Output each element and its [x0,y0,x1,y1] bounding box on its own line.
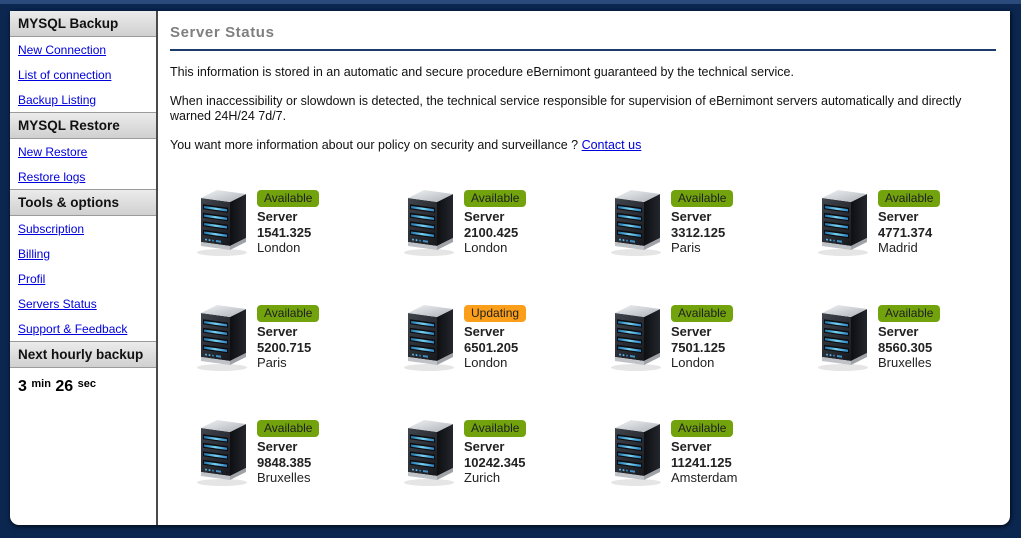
window-top-strip [0,0,1021,4]
sidebar-item-new-connection[interactable]: New Connection [10,37,156,62]
server-number: 5200.715 [257,339,312,355]
server-card: Available Server 4771.374 Madrid [815,185,1010,257]
server-label: Server [257,209,298,224]
server-icon [608,300,664,372]
server-icon [194,415,250,487]
backup-countdown: 3 min 26 sec [10,368,156,406]
status-badge: Available [257,305,320,322]
server-location: London [257,240,301,255]
server-icon [608,185,664,257]
contact-prompt-text: You want more information about our poli… [170,138,582,152]
sidebar-item-support-feedback[interactable]: Support & Feedback [10,316,156,341]
status-badge: Available [257,190,320,207]
server-location: London [464,240,508,255]
sidebar-item-servers-status[interactable]: Servers Status [10,291,156,316]
server-icon [401,300,457,372]
status-badge: Available [878,305,941,322]
server-number: 7501.125 [671,339,726,355]
server-label: Server [464,439,505,454]
server-icon [815,300,871,372]
server-number: 4771.374 [878,224,933,240]
server-location: Madrid [878,240,918,255]
server-icon [194,300,250,372]
server-card: Available Server 10242.345 Zurich [401,415,608,487]
server-number: 3312.125 [671,224,726,240]
status-badge: Updating [464,305,527,322]
server-location: Zurich [464,470,501,485]
server-card: Available Server 1541.325 London [194,185,401,257]
countdown-minutes: 3 [18,378,27,395]
status-badge: Available [257,420,320,437]
server-location: London [464,355,508,370]
server-location: Paris [671,240,701,255]
countdown-minutes-unit: min [31,378,51,390]
server-number: 2100.425 [464,224,519,240]
server-card: Available Server 2100.425 London [401,185,608,257]
sidebar-item-backup-listing[interactable]: Backup Listing [10,87,156,112]
sidebar-section-tools-options: Tools & options [10,189,156,216]
server-label: Server [878,209,919,224]
server-location: Paris [257,355,287,370]
sidebar-item-list-of-connection[interactable]: List of connection [10,62,156,87]
info-paragraph-2: When inaccessibility or slowdown is dete… [170,94,962,123]
server-label: Server [878,324,919,339]
contact-us-link[interactable]: Contact us [582,138,642,152]
server-icon [608,415,664,487]
server-card: Available Server 11241.125 Amsterdam [608,415,815,487]
server-label: Server [671,439,712,454]
server-number: 9848.385 [257,454,312,470]
server-label: Server [257,324,298,339]
sidebar-section-mysql-restore: MYSQL Restore [10,112,156,139]
server-location: London [671,355,715,370]
status-badge: Available [878,190,941,207]
server-icon [401,185,457,257]
sidebar-item-billing[interactable]: Billing [10,241,156,266]
sidebar-item-new-restore[interactable]: New Restore [10,139,156,164]
status-badge: Available [671,420,734,437]
server-card: Updating Server 6501.205 London [401,300,608,372]
server-number: 11241.125 [671,454,732,470]
server-number: 10242.345 [464,454,526,470]
server-location: Bruxelles [257,470,311,485]
info-paragraph-1: This information is stored in an automat… [170,65,794,79]
countdown-seconds: 26 [55,378,74,395]
sidebar-section-mysql-backup: MYSQL Backup [10,11,156,37]
server-location: Bruxelles [878,355,932,370]
status-badge: Available [464,190,527,207]
main-content: Server Status This information is stored… [158,11,1010,525]
server-number: 8560.305 [878,339,933,355]
server-label: Server [464,324,505,339]
server-label: Server [671,324,712,339]
sidebar: MYSQL Backup New Connection List of conn… [10,11,158,525]
server-card: Available Server 3312.125 Paris [608,185,815,257]
countdown-seconds-unit: sec [77,378,96,390]
server-card: Available Server 9848.385 Bruxelles [194,415,401,487]
server-card: Available Server 8560.305 Bruxelles [815,300,1010,372]
info-paragraph-contact: You want more information about our poli… [170,138,996,153]
status-badge: Available [464,420,527,437]
server-label: Server [257,439,298,454]
status-badge: Available [671,190,734,207]
server-location: Amsterdam [671,470,738,485]
sidebar-section-next-hourly-backup: Next hourly backup [10,341,156,368]
status-badge: Available [671,305,734,322]
server-card: Available Server 7501.125 London [608,300,815,372]
server-icon [401,415,457,487]
page-panel: MYSQL Backup New Connection List of conn… [10,11,1010,525]
server-label: Server [464,209,505,224]
sidebar-item-restore-logs[interactable]: Restore logs [10,164,156,189]
server-label: Server [671,209,712,224]
server-card: Available Server 5200.715 Paris [194,300,401,372]
sidebar-item-profil[interactable]: Profil [10,266,156,291]
page-title: Server Status [170,24,996,51]
sidebar-item-subscription[interactable]: Subscription [10,216,156,241]
server-grid: Available Server 1541.325 London Availab… [194,185,996,487]
server-number: 6501.205 [464,339,519,355]
server-number: 1541.325 [257,224,312,240]
server-icon [815,185,871,257]
server-icon [194,185,250,257]
